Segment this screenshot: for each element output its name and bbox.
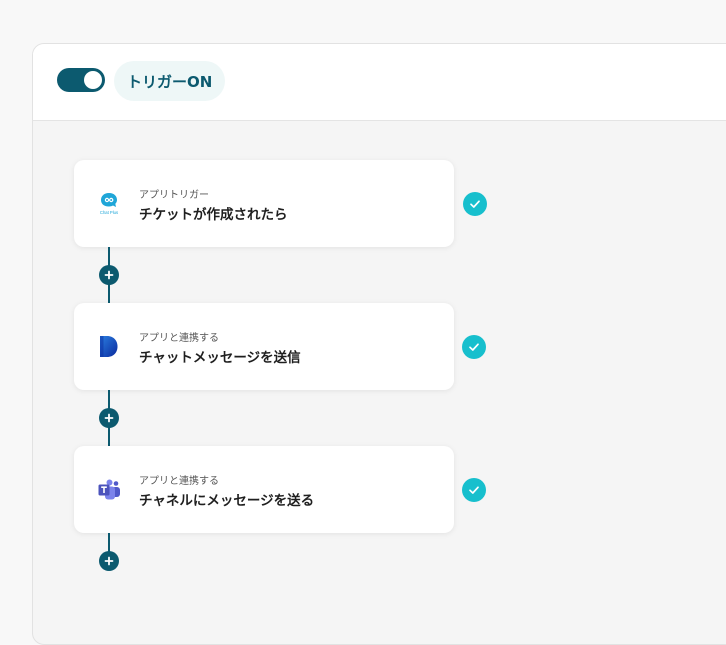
flow-panel: トリガーON Chat Plus アプリトリガー チケットが作成されたら アプリ… bbox=[32, 43, 726, 645]
trigger-status-label: トリガーON bbox=[114, 61, 226, 101]
add-step-button[interactable] bbox=[99, 265, 119, 285]
add-step-button[interactable] bbox=[99, 551, 119, 571]
completed-check-icon bbox=[463, 192, 487, 216]
chatplus-logo-icon: Chat Plus bbox=[96, 191, 122, 217]
step-title: チャネルにメッセージを送る bbox=[139, 493, 315, 509]
step-title: チケットが作成されたら bbox=[139, 207, 288, 223]
flow-header: トリガーON bbox=[33, 44, 726, 121]
chatwork-d-logo-icon bbox=[96, 334, 122, 360]
toggle-knob bbox=[84, 71, 102, 89]
step-title: チャットメッセージを送信 bbox=[139, 350, 301, 366]
trigger-toggle[interactable] bbox=[57, 68, 105, 92]
step-category: アプリトリガー bbox=[139, 190, 209, 201]
plus-icon bbox=[104, 413, 114, 423]
step-category: アプリと連携する bbox=[139, 476, 219, 487]
plus-icon bbox=[104, 556, 114, 566]
flow-step-card-3[interactable]: アプリと連携する チャネルにメッセージを送る bbox=[74, 446, 454, 533]
step-category: アプリと連携する bbox=[139, 333, 219, 344]
add-step-button[interactable] bbox=[99, 408, 119, 428]
completed-check-icon bbox=[462, 335, 486, 359]
chatplus-logo-text: Chat Plus bbox=[100, 210, 118, 215]
completed-check-icon bbox=[462, 478, 486, 502]
plus-icon bbox=[104, 270, 114, 280]
connector-line bbox=[108, 533, 110, 553]
flow-step-card-1[interactable]: Chat Plus アプリトリガー チケットが作成されたら bbox=[74, 160, 454, 247]
flow-step-card-2[interactable]: アプリと連携する チャットメッセージを送信 bbox=[74, 303, 454, 390]
microsoft-teams-logo-icon bbox=[96, 477, 122, 503]
